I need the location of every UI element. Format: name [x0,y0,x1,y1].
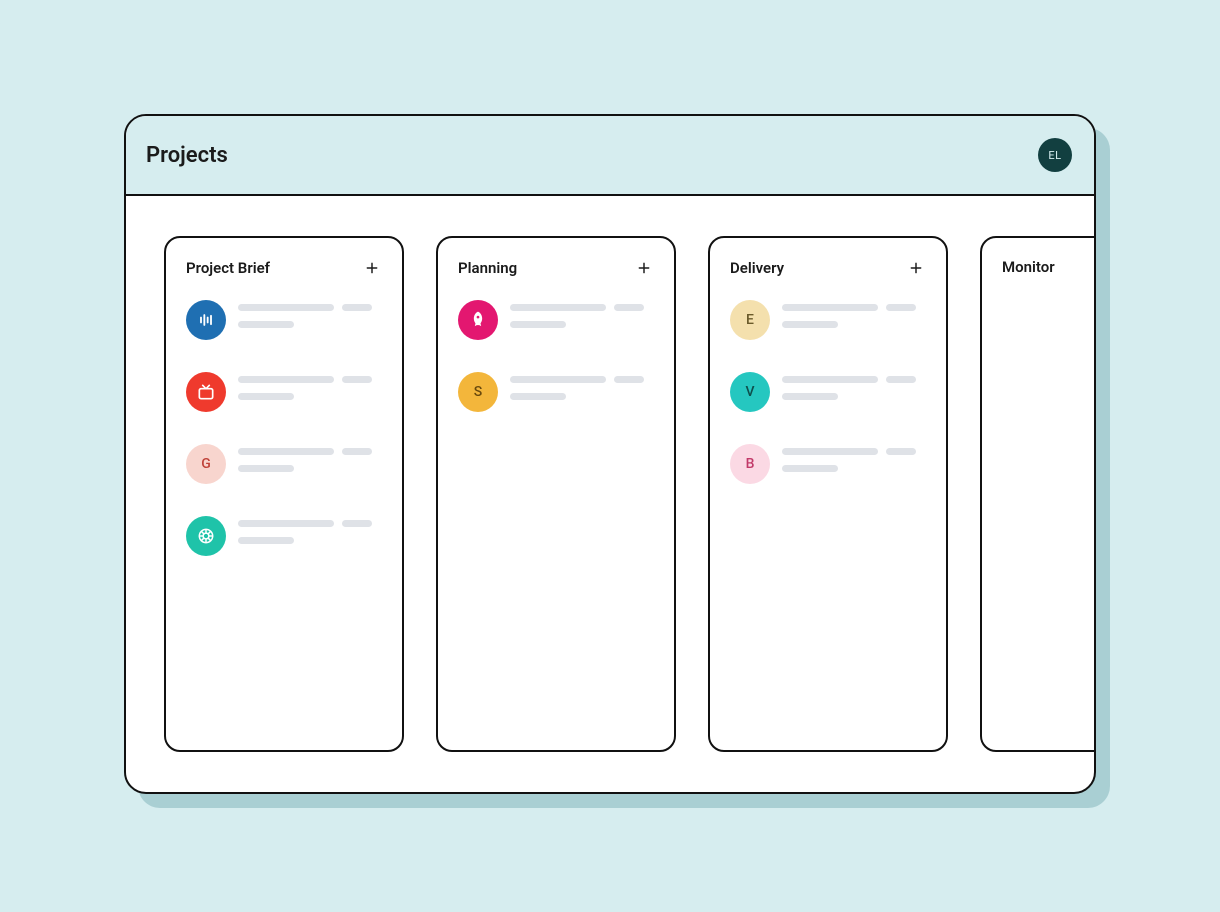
audio-icon [186,300,226,340]
rocket-icon [458,300,498,340]
project-card[interactable] [186,300,382,340]
add-card-button[interactable] [634,258,654,278]
card-placeholder-text [238,372,382,400]
app-canvas: Projects EL Project Brief [0,0,1220,912]
card-list: G [186,300,382,556]
letter-badge: S [458,372,498,412]
project-card[interactable] [186,516,382,556]
card-placeholder-text [510,300,654,328]
add-card-button[interactable] [362,258,382,278]
column-title: Project Brief [186,259,270,277]
project-card[interactable]: S [458,372,654,412]
column-header: Delivery [730,258,926,278]
letter-badge: V [730,372,770,412]
project-card[interactable]: E [730,300,926,340]
card-placeholder-text [782,300,926,328]
letter-badge: B [730,444,770,484]
card-placeholder-text [510,372,654,400]
project-card[interactable]: G [186,444,382,484]
column-delivery: Delivery E V [708,236,948,752]
column-title: Planning [458,259,517,277]
card-list: S [458,300,654,412]
card-placeholder-text [782,444,926,472]
card-placeholder-text [238,300,382,328]
plus-icon [637,261,651,275]
card-placeholder-text [238,516,382,544]
column-header: Monitor [1002,258,1094,276]
user-avatar[interactable]: EL [1038,138,1072,172]
aperture-icon [186,516,226,556]
card-placeholder-text [782,372,926,400]
project-card[interactable] [186,372,382,412]
kanban-board: Project Brief [126,196,1094,792]
project-card[interactable] [458,300,654,340]
project-card[interactable]: V [730,372,926,412]
column-title: Monitor [1002,258,1055,276]
plus-icon [365,261,379,275]
column-planning: Planning [436,236,676,752]
add-card-button[interactable] [906,258,926,278]
window-header: Projects EL [126,116,1094,196]
column-header: Project Brief [186,258,382,278]
project-card[interactable]: B [730,444,926,484]
plus-icon [909,261,923,275]
tv-icon [186,372,226,412]
card-placeholder-text [238,444,382,472]
card-list: E V B [730,300,926,484]
column-title: Delivery [730,259,784,277]
column-monitor: Monitor [980,236,1094,752]
letter-badge: G [186,444,226,484]
column-project-brief: Project Brief [164,236,404,752]
column-header: Planning [458,258,654,278]
page-title: Projects [146,143,228,168]
letter-badge: E [730,300,770,340]
projects-window: Projects EL Project Brief [124,114,1096,794]
